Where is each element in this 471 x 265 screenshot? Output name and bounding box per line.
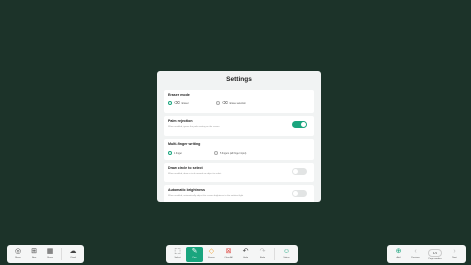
settings-dialog: Settings Eraser mode ⌫ Eraser ⌫ Erase se… [157, 71, 321, 202]
new-page-icon: ⊞ [31, 247, 37, 255]
draw-circle-toggle[interactable] [292, 168, 307, 175]
erase-selection-option[interactable]: ⌫ Erase selection [216, 101, 246, 105]
redo-label: Redo [259, 256, 266, 259]
next-page-button[interactable]: › Next [446, 247, 463, 262]
palm-rejection-toggle[interactable] [292, 121, 307, 128]
share-label: Share [47, 256, 53, 259]
select-label: Select [174, 256, 181, 259]
eraser-icon: ⌫ [174, 100, 180, 105]
multifinger-card: Multi-finger writing 1 finger 5 fingers … [164, 139, 314, 160]
menu-button[interactable]: ◎ Menu [10, 247, 26, 262]
chevron-right-icon: › [453, 247, 456, 255]
left-toolbar: ◎ Menu ⊞ New ▦ Share ☁ Cloud [7, 245, 84, 263]
select-icon: ⬚ [174, 247, 181, 255]
one-finger-label: 1 finger [174, 151, 182, 155]
status-button[interactable]: ☺ Status [278, 247, 295, 262]
draw-circle-desc: When enabled, draw a circle around an ob… [168, 173, 222, 175]
draw-circle-card: Draw circle to select When enabled, draw… [164, 163, 314, 182]
clear-all-label: Clear All [224, 256, 233, 259]
pen-label: Pen [192, 256, 197, 259]
eraser-option[interactable]: ⌫ Eraser [168, 101, 189, 105]
new-button[interactable]: ⊞ New [26, 247, 42, 262]
toolbar-divider [61, 248, 62, 260]
palm-rejection-title: Palm rejection [168, 119, 193, 123]
one-finger-option[interactable]: 1 finger [168, 151, 182, 155]
page-number-label: Page number [428, 257, 442, 260]
add-page-button[interactable]: ⊕ Add [390, 247, 407, 262]
eraser-label: Eraser [208, 256, 215, 259]
eraser-radio[interactable] [168, 101, 172, 105]
auto-brightness-toggle[interactable] [292, 190, 307, 197]
undo-label: Undo [242, 256, 249, 259]
auto-brightness-card: Automatic brightness When enabled, autom… [164, 185, 314, 202]
eraser-mode-title: Eraser mode [168, 93, 190, 97]
clear-all-icon: ⊠ [225, 247, 232, 255]
eraser-selection-icon: ⌫ [222, 100, 228, 105]
palm-rejection-desc: When enabled, ignore the palm resting on… [168, 126, 220, 128]
auto-brightness-title: Automatic brightness [168, 188, 205, 192]
eraser-tool-button[interactable]: ◇ Eraser [203, 247, 220, 262]
menu-icon: ◎ [14, 247, 22, 255]
status-icon: ☺ [282, 247, 291, 255]
select-tool-button[interactable]: ⬚ Select [169, 247, 186, 262]
status-label: Status [283, 256, 290, 259]
eraser-option-label: Eraser [181, 101, 189, 105]
cloud-button[interactable]: ☁ Cloud [65, 247, 81, 262]
one-finger-radio[interactable] [168, 151, 172, 155]
center-toolbar: ⬚ Select ✎ Pen ◇ Eraser ⊠ Clear All ↶ Un… [166, 245, 298, 263]
share-icon: ▦ [46, 247, 54, 255]
pen-tool-button[interactable]: ✎ Pen [186, 246, 203, 262]
five-finger-label: 5 fingers (all finger input) [220, 151, 247, 155]
auto-brightness-desc: When enabled, automatically adjust the s… [168, 195, 244, 197]
new-label: New [31, 256, 37, 259]
erase-selection-label: Erase selection [229, 101, 247, 105]
chevron-left-icon: ‹ [414, 247, 417, 255]
share-button[interactable]: ▦ Share [42, 247, 58, 262]
multifinger-title: Multi-finger writing [168, 142, 201, 146]
five-finger-radio[interactable] [214, 151, 218, 155]
page-indicator: 1/1 [427, 248, 443, 257]
toolbar-divider [274, 248, 275, 260]
undo-button[interactable]: ↶ Undo [237, 247, 254, 262]
next-label: Next [452, 256, 457, 259]
five-finger-option[interactable]: 5 fingers (all finger input) [214, 151, 246, 155]
add-icon: ⊕ [395, 247, 402, 255]
erase-selection-radio[interactable] [216, 101, 220, 105]
palm-rejection-card: Palm rejection When enabled, ignore the … [164, 116, 314, 136]
cloud-icon: ☁ [69, 247, 77, 255]
eraser-mode-card: Eraser mode ⌫ Eraser ⌫ Erase selection [164, 90, 314, 113]
cloud-label: Cloud [70, 256, 76, 259]
undo-icon: ↶ [242, 247, 249, 255]
right-toolbar: ⊕ Add ‹ Previous 1/1 Page number › Next [387, 245, 466, 263]
previous-page-button[interactable]: ‹ Previous [407, 247, 424, 262]
eraser-icon: ◇ [208, 247, 215, 255]
page-number-button[interactable]: 1/1 Page number [424, 247, 446, 262]
add-label: Add [396, 256, 401, 259]
clear-all-button[interactable]: ⊠ Clear All [220, 247, 237, 262]
pen-icon: ✎ [191, 247, 198, 255]
redo-button[interactable]: ↷ Redo [254, 247, 271, 262]
redo-icon: ↷ [259, 247, 266, 255]
draw-circle-title: Draw circle to select [168, 166, 203, 170]
settings-title: Settings [226, 76, 252, 83]
menu-label: Menu [15, 256, 21, 259]
previous-label: Previous [411, 256, 420, 259]
